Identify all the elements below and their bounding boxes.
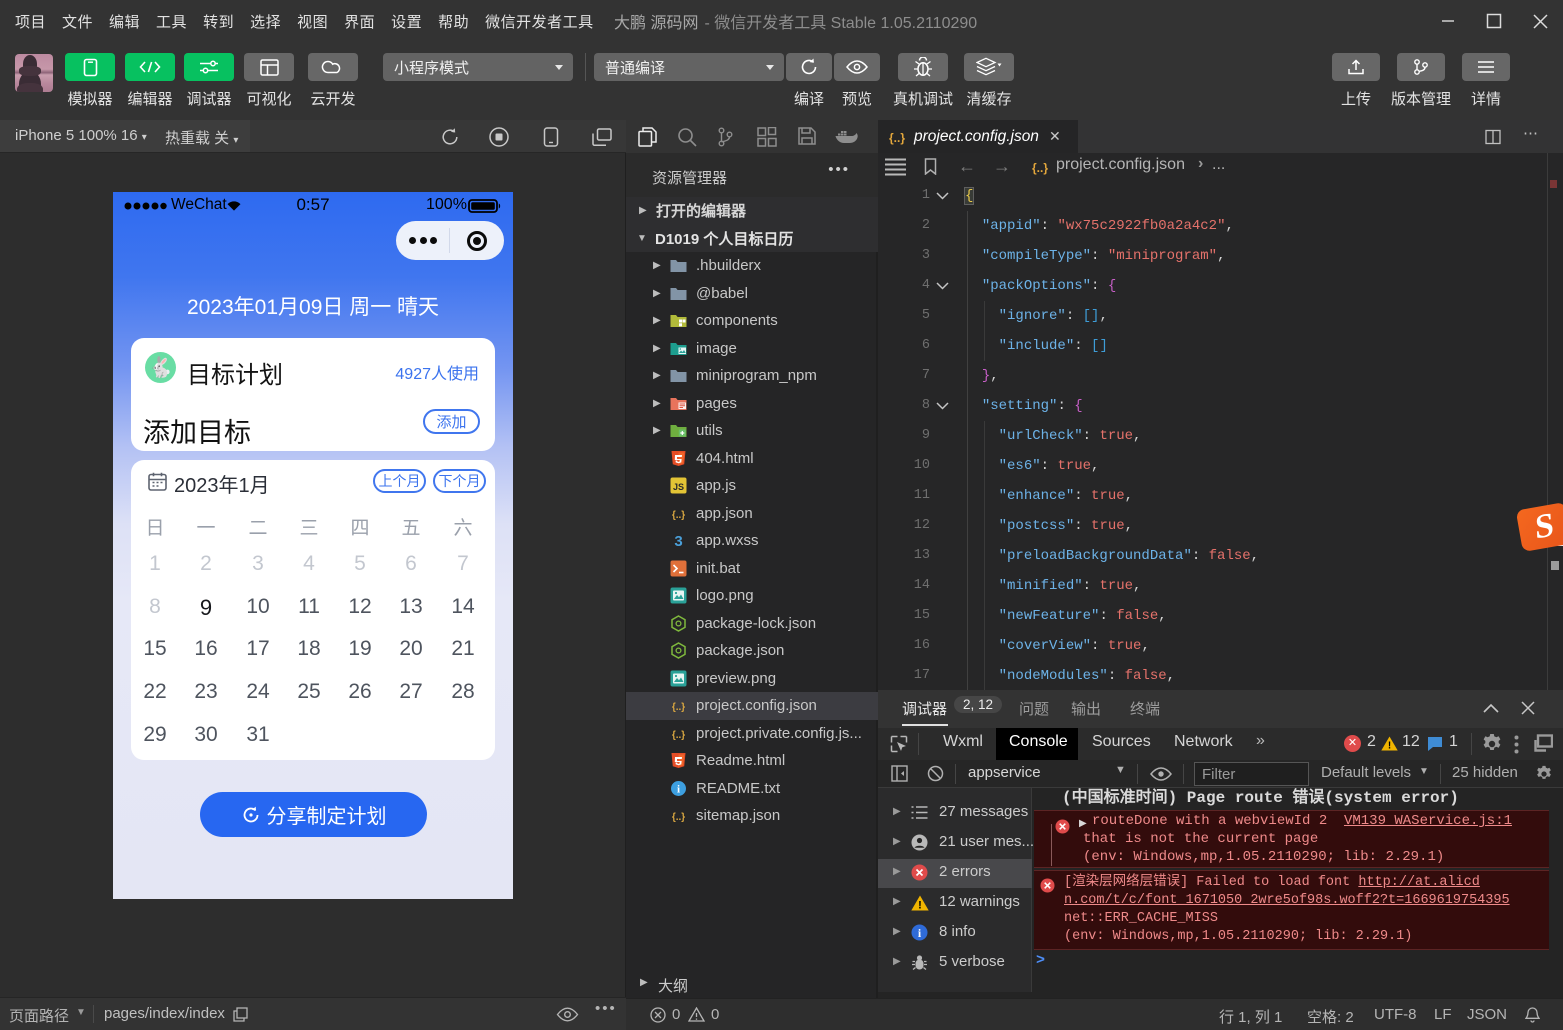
svg-text:{..}: {..} <box>1032 161 1048 175</box>
svg-text:{..}: {..} <box>672 510 685 521</box>
svg-text:i: i <box>677 783 680 795</box>
svg-text:JS: JS <box>673 482 684 492</box>
svg-text:{..}: {..} <box>672 702 685 713</box>
svg-text:3: 3 <box>674 533 682 549</box>
svg-text:!: ! <box>918 899 922 911</box>
svg-text:!: ! <box>1388 741 1391 752</box>
svg-text:{..}: {..} <box>672 730 685 741</box>
svg-text:{..}: {..} <box>672 812 685 823</box>
svg-text:{..}: {..} <box>889 131 905 145</box>
